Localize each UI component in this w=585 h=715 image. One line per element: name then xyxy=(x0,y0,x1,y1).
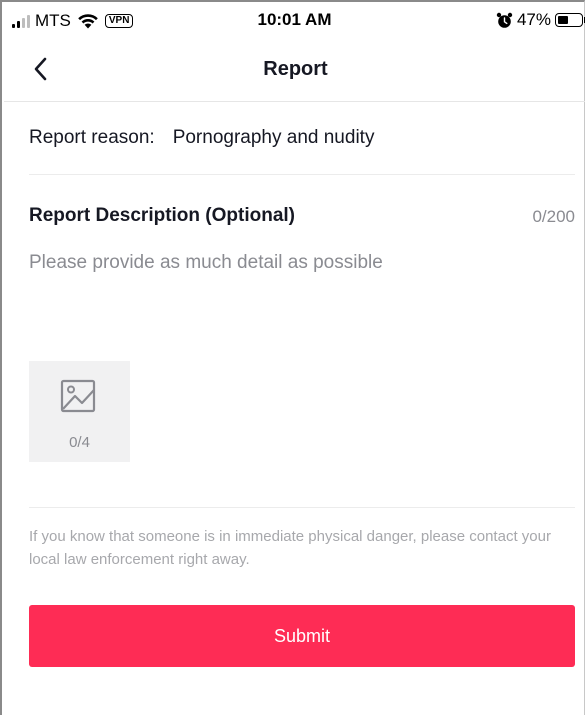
description-title: Report Description (Optional) xyxy=(29,205,295,226)
safety-disclaimer: If you know that someone is in immediate… xyxy=(29,528,551,568)
description-input[interactable] xyxy=(29,252,575,342)
description-header: Report Description (Optional) 0/200 xyxy=(29,205,575,231)
description-char-counter: 0/200 xyxy=(532,207,575,226)
divider xyxy=(29,507,575,508)
report-reason-label: Report reason: xyxy=(29,127,155,148)
nav-bar: Report xyxy=(4,38,585,102)
page-title: Report xyxy=(263,58,328,80)
image-counter: 0/4 xyxy=(69,434,90,451)
report-reason-value: Pornography and nudity xyxy=(172,127,375,148)
battery-fill xyxy=(558,16,568,24)
battery-icon xyxy=(555,13,585,27)
add-image-button[interactable]: 0/4 xyxy=(29,361,130,462)
image-icon xyxy=(60,379,96,413)
report-screen: MTS VPN 10:01 AM 47% Report Report reaso… xyxy=(0,0,585,715)
submit-button[interactable]: Submit xyxy=(29,605,575,667)
status-bar: MTS VPN 10:01 AM 47% xyxy=(2,2,585,38)
report-reason-row: Report reason: Pornography and nudity xyxy=(29,102,575,175)
alarm-icon xyxy=(496,12,513,28)
battery-percent: 47% xyxy=(516,10,551,29)
status-bar-right: 47% xyxy=(496,10,585,30)
